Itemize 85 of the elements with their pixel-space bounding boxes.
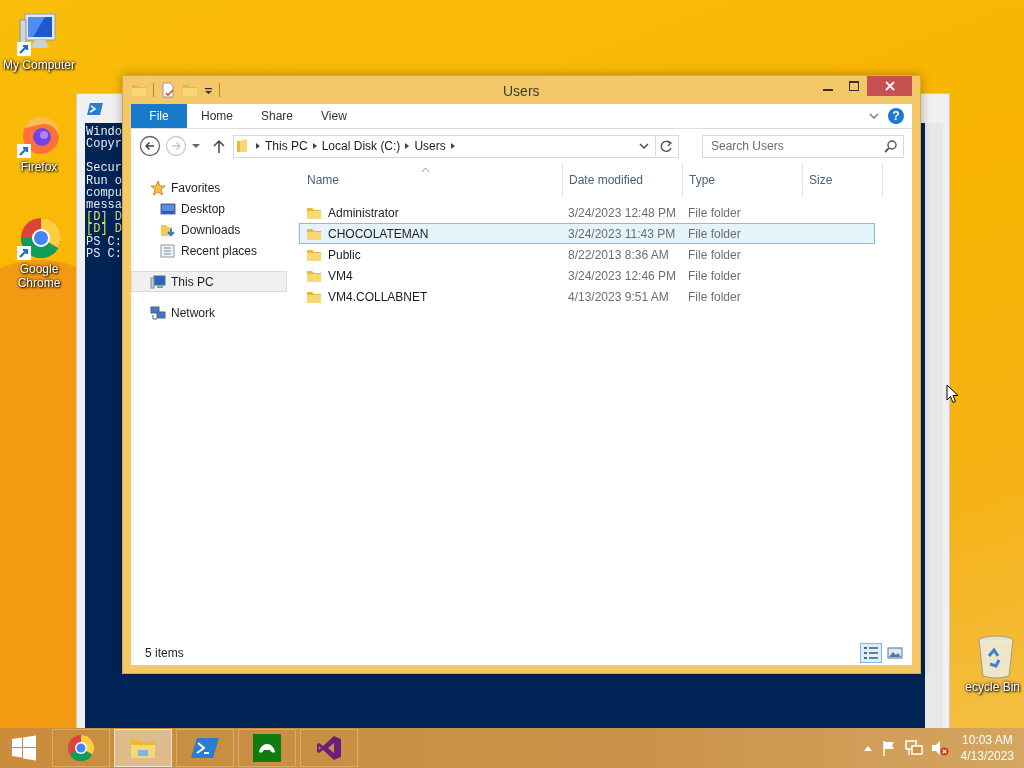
windows-logo-icon [11,735,37,761]
column-header[interactable]: Size [803,163,883,197]
ribbon-tab[interactable]: Home [187,104,247,128]
chevron-icon[interactable] [254,141,262,151]
file-row[interactable]: VM4.COLLABNET 4/13/2023 9:51 AM File folder [299,286,875,307]
gamepad-icon [253,734,281,762]
column-header[interactable]: Date modified [563,163,683,197]
nav-item[interactable]: Desktop [131,198,287,219]
nav-item[interactable]: Downloads [131,219,287,240]
file-name: VM4.COLLABNET [328,288,428,306]
nav-item[interactable]: This PC [131,271,287,292]
cursor-icon [946,384,959,404]
date-modified: 3/24/2023 12:46 PM [568,267,677,285]
nav-item[interactable]: Favorites [131,177,287,198]
taskbar-button[interactable] [300,729,358,767]
search-field[interactable]: Search Users [702,134,904,158]
terminal-icon [87,100,103,117]
console-line: Run o [86,174,122,187]
speaker-muted-icon[interactable] [930,740,949,756]
window-title: Users [503,82,540,101]
console-line: PS C: [86,235,122,248]
star-icon [150,179,166,196]
nav-item[interactable]: Recent places [131,240,287,261]
search-icon[interactable] [884,139,897,153]
file-row[interactable]: Administrator 3/24/2023 12:48 PM File folder [299,202,875,223]
desktop-icon [160,200,176,217]
ribbon-tab[interactable]: View [307,104,361,128]
computer-icon [150,273,166,290]
thumbnail-view-icon [887,644,903,661]
file-name: VM4 [328,267,353,285]
console-line: PS C: [86,247,122,261]
network-icon[interactable] [904,740,923,756]
network-icon [150,304,166,321]
chevron-icon[interactable] [448,141,457,151]
breadcrumb[interactable]: This PC [262,137,311,155]
file-name: Administrator [328,204,399,222]
console-line: Copyr [86,138,122,151]
date-modified: 8/22/2013 8:36 AM [568,246,669,264]
visual-studio-icon [315,734,343,762]
up-button[interactable] [213,139,225,153]
ribbon-tab[interactable]: Share [247,104,308,128]
recent-places-icon [160,242,176,259]
console-line: compu [86,186,122,199]
close-icon [884,81,895,91]
file-type: File folder [688,225,741,243]
file-type: File folder [688,288,741,306]
column-header[interactable]: Name [301,163,563,197]
details-view-icon [863,644,879,661]
recent-locations-button[interactable] [191,141,201,151]
taskbar-button[interactable] [238,729,296,767]
chevron-icon[interactable] [310,141,319,151]
file-name: CHOCOLATEMAN [328,225,429,243]
file-row[interactable]: CHOCOLATEMAN 3/24/2023 11:43 PM File folder [299,223,875,244]
ribbon-tab[interactable]: File [131,104,187,128]
file-row[interactable]: VM4 3/24/2023 12:46 PM File folder [299,265,875,286]
item-count: 5 items [145,644,184,662]
properties-icon[interactable] [160,82,176,98]
column-header[interactable]: Type [683,163,803,197]
date-modified: 3/24/2023 11:43 PM [568,225,676,243]
console-line: [D] D [86,211,122,224]
help-button[interactable]: ? [888,108,904,124]
file-type: File folder [688,204,741,222]
file-type: File folder [688,246,741,264]
file-type: File folder [688,267,741,285]
console-line: messa [86,199,122,212]
date-modified: 4/13/2023 9:51 AM [568,288,669,306]
taskbar-button[interactable] [52,729,110,767]
minimize-icon [823,89,833,91]
breadcrumb[interactable]: Users [411,137,449,155]
date-modified: 3/24/2023 12:48 PM [568,204,677,222]
maximize-icon [849,81,859,91]
address-bar[interactable]: This PC Local Disk (C:) Users [233,134,679,158]
view-button[interactable] [860,642,882,663]
nav-item[interactable]: Network [131,302,287,323]
breadcrumb[interactable]: Local Disk (C:) [318,137,404,155]
browser-icon [67,734,95,762]
back-button[interactable] [139,135,161,157]
close-button[interactable] [867,76,912,96]
dropdown-icon[interactable] [637,141,651,151]
file-name: Public [328,246,361,264]
console-line: [D] D [86,223,122,236]
console-line: Windo [86,126,122,139]
sort-icon [421,167,430,173]
file-row[interactable]: Public 8/22/2013 8:36 AM File folder [299,244,875,265]
console-line: Secur [86,162,122,175]
